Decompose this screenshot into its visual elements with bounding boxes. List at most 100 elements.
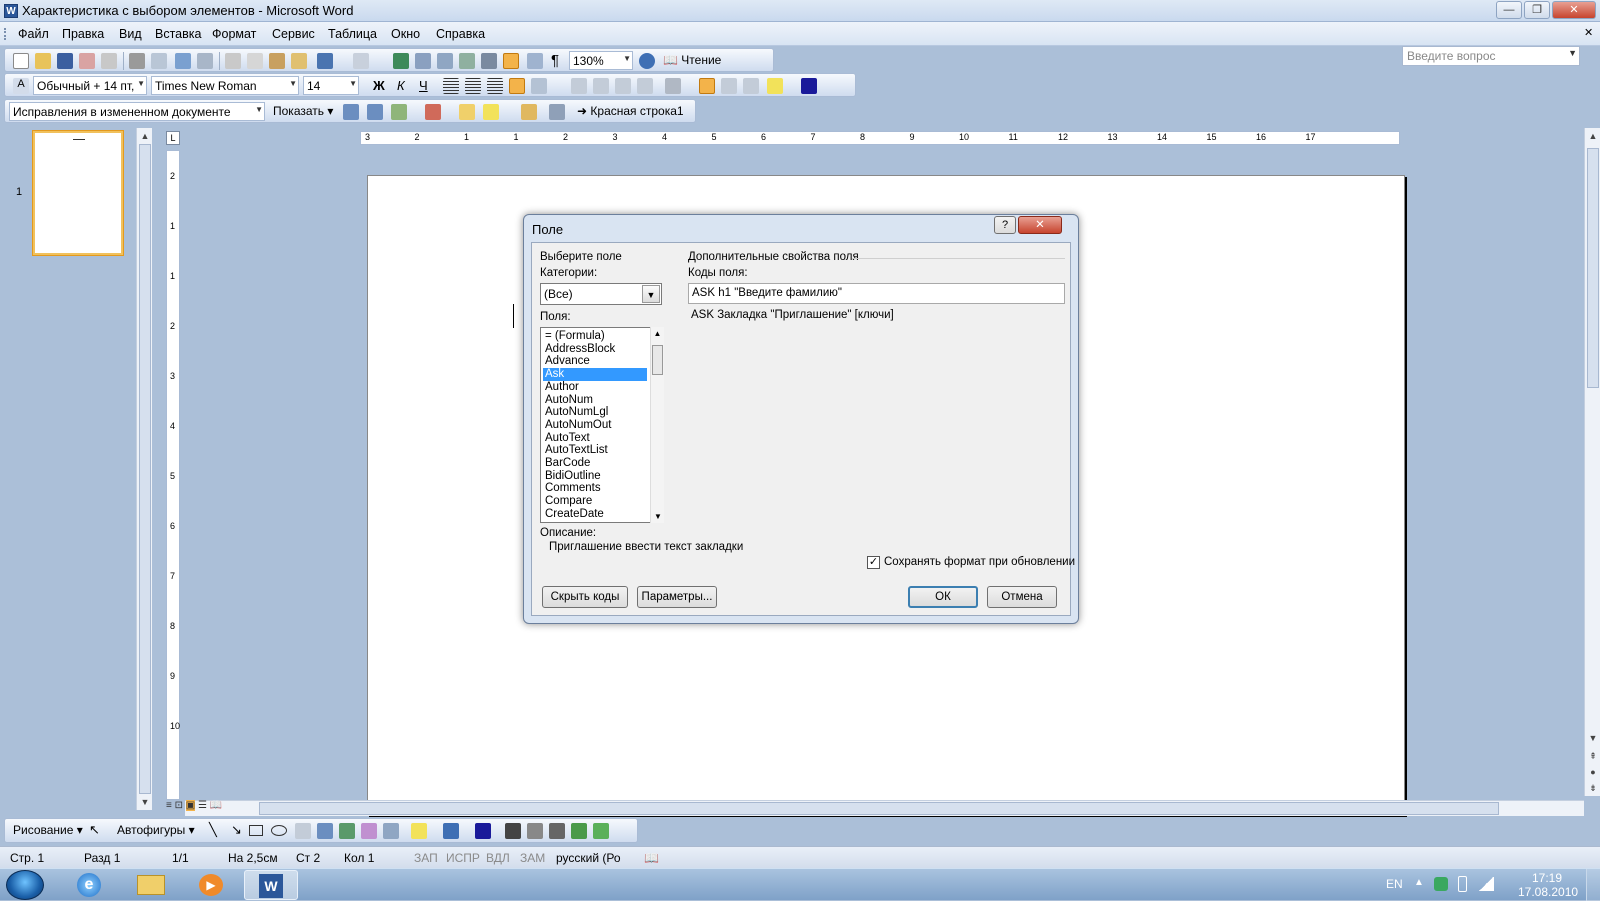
scroll-up-icon[interactable]: ▲	[1585, 128, 1600, 144]
insert-excel-icon[interactable]	[459, 53, 475, 69]
3d-style-icon[interactable]	[593, 823, 609, 839]
field-list-item[interactable]: AutoTextList	[543, 444, 647, 457]
format-painter-icon[interactable]	[291, 53, 307, 69]
field-list-item[interactable]: BarCode	[543, 457, 647, 470]
permission-icon[interactable]	[79, 53, 95, 69]
field-list-item[interactable]: CreateDate	[543, 508, 647, 521]
hide-codes-button[interactable]: Скрыть коды	[542, 586, 628, 608]
wordart-icon[interactable]	[317, 823, 333, 839]
print-icon[interactable]	[129, 53, 145, 69]
styles-formatting-icon[interactable]: A	[13, 78, 29, 94]
drawing-menu[interactable]: Рисование ▾	[13, 823, 83, 837]
field-list-item[interactable]: AutoNumLgl	[543, 406, 647, 419]
scroll-thumb[interactable]	[652, 345, 663, 375]
media-player-icon[interactable]: ▶	[184, 870, 238, 900]
justify-icon[interactable]	[509, 78, 525, 94]
status-track-changes[interactable]: ИСПР	[446, 851, 480, 865]
paste-icon[interactable]	[269, 53, 285, 69]
menu-file[interactable]: Файл	[18, 27, 49, 41]
draw-font-color-icon[interactable]	[475, 823, 491, 839]
chevron-down-icon[interactable]: ▼	[349, 79, 357, 88]
normal-view-icon[interactable]: ≡	[166, 800, 172, 811]
vertical-ruler[interactable]: 2 1 1 2 3 4 5 6 7 8 9 10	[166, 150, 180, 800]
highlight-icon[interactable]	[767, 78, 783, 94]
menu-insert[interactable]: Вставка	[155, 27, 201, 41]
border-style-icon[interactable]	[699, 78, 715, 94]
help-icon[interactable]	[639, 53, 655, 69]
increase-indent-icon[interactable]	[637, 78, 653, 94]
options-button[interactable]: Параметры...	[637, 586, 717, 608]
ie-icon[interactable]: e	[62, 870, 116, 900]
scroll-thumb[interactable]	[259, 802, 1499, 815]
oval-tool-icon[interactable]	[271, 825, 287, 836]
menu-tools[interactable]: Сервис	[272, 27, 315, 41]
scroll-down-icon[interactable]: ▼	[137, 794, 153, 810]
save-icon[interactable]	[57, 53, 73, 69]
cut-icon[interactable]	[225, 53, 241, 69]
font-combo[interactable]: Times New Roman ▼	[151, 76, 299, 95]
field-list-item[interactable]: Author	[543, 381, 647, 394]
outline-view-icon[interactable]: ☰	[198, 800, 207, 811]
field-list-item[interactable]: Ask	[543, 368, 647, 382]
research-icon[interactable]	[197, 53, 213, 69]
field-list-item[interactable]: AutoText	[543, 432, 647, 445]
clock-time[interactable]: 17:19	[1532, 871, 1562, 885]
bold-button[interactable]: Ж	[373, 78, 385, 93]
align-left-icon[interactable]	[443, 78, 459, 94]
fields-scrollbar[interactable]: ▲ ▼	[650, 327, 664, 523]
restore-button[interactable]: ❐	[1524, 1, 1550, 19]
field-list-item[interactable]: AddressBlock	[543, 343, 647, 356]
insert-table-icon[interactable]	[437, 53, 453, 69]
menu-format[interactable]: Формат	[212, 27, 256, 41]
field-list-item[interactable]: AutoNumOut	[543, 419, 647, 432]
chevron-down-icon[interactable]: ▼	[255, 105, 263, 114]
word-app-icon[interactable]: W	[4, 4, 18, 18]
document-map-icon[interactable]	[527, 53, 543, 69]
document-scrollbar[interactable]: ▲ ▼ ⇞ ● ⇟	[1584, 128, 1600, 796]
display-for-review-combo[interactable]: Исправления в измененном документе ▼	[9, 102, 265, 121]
cancel-button[interactable]: Отмена	[987, 586, 1057, 608]
shadow-style-icon[interactable]	[571, 823, 587, 839]
line-spacing-icon[interactable]	[531, 78, 547, 94]
columns-icon[interactable]	[481, 53, 497, 69]
menu-view[interactable]: Вид	[119, 27, 142, 41]
dash-style-icon[interactable]	[527, 823, 543, 839]
field-list-item[interactable]: Advance	[543, 355, 647, 368]
menu-window[interactable]: Окно	[391, 27, 420, 41]
align-right-icon[interactable]	[487, 78, 503, 94]
chevron-down-icon[interactable]: ▼	[137, 79, 145, 88]
draw-line-style-icon[interactable]	[505, 823, 521, 839]
bullets-icon[interactable]	[593, 78, 609, 94]
tray-app-icon[interactable]	[1434, 877, 1448, 891]
underline-button[interactable]: Ч	[419, 78, 428, 93]
new-comment-icon[interactable]	[459, 104, 475, 120]
spelling-status-icon[interactable]: 📖	[644, 851, 659, 865]
start-button[interactable]	[6, 870, 44, 900]
arrow-tool-icon[interactable]: ↘	[231, 822, 242, 838]
clock-date[interactable]: 17.08.2010	[1518, 885, 1578, 899]
network-icon[interactable]	[1478, 877, 1494, 891]
undo-icon[interactable]	[317, 53, 333, 69]
scroll-up-icon[interactable]: ▲	[137, 128, 153, 144]
status-record[interactable]: ЗАП	[414, 851, 438, 865]
accept-change-icon[interactable]	[391, 104, 407, 120]
autoshapes-menu[interactable]: Автофигуры ▾	[117, 823, 195, 837]
show-desktop-button[interactable]	[1586, 869, 1600, 901]
numbering-icon[interactable]	[571, 78, 587, 94]
font-size-combo[interactable]: 14 ▼	[303, 76, 359, 95]
chevron-down-icon[interactable]: ▼	[289, 79, 297, 88]
tab-selector[interactable]: L	[166, 131, 180, 145]
textbox-tool-icon[interactable]	[295, 823, 311, 839]
show-hidden-icons[interactable]: ▲	[1414, 877, 1424, 888]
line-color-icon[interactable]	[443, 823, 459, 839]
borders-icon[interactable]	[665, 78, 681, 94]
status-extend[interactable]: ВДЛ	[486, 851, 510, 865]
field-list-item[interactable]: = (Formula)	[543, 330, 647, 343]
open-folder-icon[interactable]	[35, 53, 51, 69]
scroll-down-icon[interactable]: ▼	[651, 512, 665, 521]
highlight-review-icon[interactable]	[483, 104, 499, 120]
language-indicator[interactable]: EN	[1386, 877, 1403, 891]
preserve-format-checkbox[interactable]: ✓	[867, 556, 880, 569]
scroll-thumb[interactable]	[1587, 148, 1599, 388]
reading-button[interactable]: 📖 Чтение	[663, 53, 721, 67]
